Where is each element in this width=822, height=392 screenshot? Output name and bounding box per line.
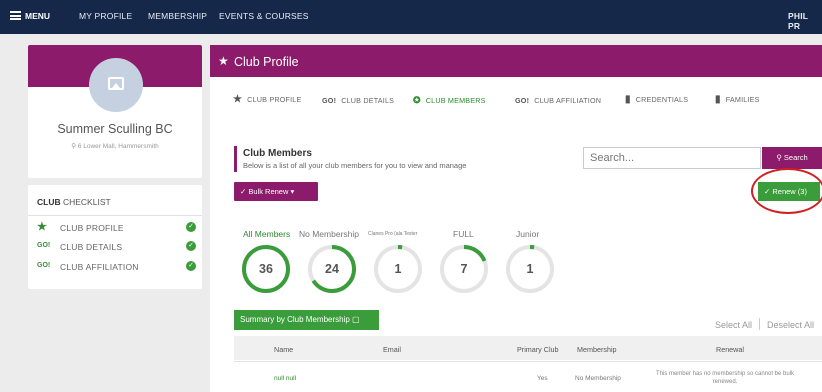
highlight-annotation-circle [751, 168, 822, 214]
tab-credentials[interactable]: ▮ CREDENTIALS [625, 94, 688, 105]
member-membership: No Membership [575, 375, 621, 382]
checklist-item-label: CLUB PROFILE [60, 223, 124, 233]
select-all-link[interactable]: Select All [715, 320, 752, 330]
menu-button[interactable]: MENU [25, 11, 50, 21]
checklist-item-club-profile[interactable]: ★ CLUB PROFILE ✓ [37, 221, 197, 236]
filter-all-members[interactable]: All Members [243, 229, 290, 239]
checklist-item-label: CLUB DETAILS [60, 242, 123, 252]
square-icon: ▢ [349, 315, 360, 324]
column-header-primary-club[interactable]: Primary Club [517, 345, 559, 354]
star-icon: ★ [37, 221, 47, 233]
club-avatar[interactable] [89, 58, 143, 112]
tab-club-affiliation[interactable]: GO! CLUB AFFILIATION [515, 96, 601, 105]
nav-events-courses[interactable]: EVENTS & COURSES [219, 11, 309, 21]
search-button[interactable]: ⚲ Search [762, 147, 822, 169]
nav-my-profile[interactable]: MY PROFILE [79, 11, 132, 21]
bookmark-icon: ▮ [625, 94, 631, 105]
checklist-title: CLUB CHECKLIST [37, 197, 111, 207]
deselect-all-link[interactable]: Deselect All [767, 320, 814, 330]
tab-label: CREDENTIALS [635, 95, 689, 104]
tab-label: CLUB PROFILE [247, 95, 302, 104]
members-icon: ✪ [413, 95, 421, 105]
column-header-renewal[interactable]: Renewal [716, 345, 744, 354]
summary-by-club-membership-button[interactable]: Summary by Club Membership ▢ [234, 310, 379, 330]
divider [234, 361, 822, 362]
user-menu[interactable]: PHIL PR [788, 11, 822, 31]
tab-families[interactable]: ▮ FAMILIES [715, 94, 760, 105]
member-primary-club: Yes [537, 375, 548, 382]
go-icon: GO! [515, 96, 530, 105]
column-header-membership[interactable]: Membership [577, 345, 617, 354]
top-navigation-bar: MENU MY PROFILE MEMBERSHIP EVENTS & COUR… [0, 0, 822, 34]
search-input[interactable] [583, 147, 761, 169]
star-icon: ★ [218, 54, 229, 68]
club-checklist-card: CLUB CHECKLIST ★ CLUB PROFILE ✓ GO! CLUB… [28, 185, 202, 289]
checklist-item-club-affiliation[interactable]: GO! CLUB AFFILIATION ✓ [37, 261, 197, 275]
tab-club-details[interactable]: GO! CLUB DETAILS [322, 96, 394, 105]
filter-full[interactable]: FULL [453, 229, 474, 239]
checklist-item-club-details[interactable]: GO! CLUB DETAILS ✓ [37, 241, 197, 255]
check-circle-icon: ✓ [186, 222, 196, 232]
section-subtitle: Below is a list of all your club members… [243, 161, 467, 170]
image-placeholder-icon [108, 77, 124, 90]
check-circle-icon: ✓ [186, 261, 196, 271]
panel-title: Club Profile [234, 55, 299, 69]
tab-club-members[interactable]: ✪ CLUB MEMBERS [413, 95, 486, 106]
tab-label: CLUB MEMBERS [425, 96, 486, 105]
checklist-title-bold: CLUB [37, 197, 61, 207]
gauge-no-membership[interactable]: 24 [306, 243, 358, 295]
go-icon: GO! [322, 96, 337, 105]
panel-header: ★ Club Profile [210, 45, 822, 77]
nav-membership[interactable]: MEMBERSHIP [148, 11, 207, 21]
gauge-count: 1 [394, 262, 402, 276]
column-header-name[interactable]: Name [274, 345, 293, 354]
tab-label: CLUB AFFILIATION [534, 96, 602, 105]
club-profile-card [28, 45, 202, 178]
section-accent-bar [234, 146, 237, 172]
location-pin-icon: ⚲ [71, 143, 78, 150]
divider [759, 318, 760, 330]
column-header-email[interactable]: Email [383, 345, 401, 354]
gauge-junior[interactable]: 1 [504, 243, 556, 295]
bookmark-icon: ▮ [715, 94, 721, 105]
member-renewal-note: This member has no membership so cannot … [655, 371, 795, 385]
tab-club-profile[interactable]: ★ CLUB PROFILE [233, 94, 302, 105]
bulk-renew-label: Bulk Renew [248, 187, 289, 196]
bulk-renew-button[interactable]: ✓ Bulk Renew ▾ [234, 182, 318, 201]
filter-junior[interactable]: Junior [516, 229, 539, 239]
club-address-text: 6 Lower Mall, Hammersmith [77, 143, 159, 150]
gauge-clanes-pro[interactable]: 1 [372, 243, 424, 295]
divider [28, 215, 202, 216]
search-icon: ⚲ [776, 153, 784, 162]
go-icon: GO! [37, 262, 51, 269]
caret-down-icon: ▾ [288, 187, 295, 196]
member-name-link[interactable]: null null [274, 375, 296, 382]
gauge-all-members[interactable]: 36 [240, 243, 292, 295]
star-icon: ★ [233, 94, 243, 105]
checklist-item-label: CLUB AFFILIATION [60, 262, 139, 272]
hamburger-menu-icon[interactable] [10, 11, 21, 20]
club-name: Summer Sculling BC [57, 122, 173, 136]
checklist-title-rest: CHECKLIST [60, 197, 111, 207]
gauge-count: 7 [460, 262, 468, 276]
search-button-label: Search [783, 153, 808, 162]
go-icon: GO! [37, 242, 51, 249]
summary-button-label: Summary by Club Membership [240, 315, 350, 324]
gauge-count: 1 [526, 262, 534, 276]
club-address: ⚲ 6 Lower Mall, Hammersmith [0, 142, 230, 150]
check-circle-icon: ✓ [186, 241, 196, 251]
filter-clanes-pro[interactable]: Clanes Pro (ala Tester [368, 231, 417, 237]
gauge-count: 24 [325, 262, 339, 276]
gauge-count: 36 [259, 262, 273, 276]
tab-label: FAMILIES [725, 95, 760, 104]
section-title: Club Members [243, 148, 312, 159]
gauge-full[interactable]: 7 [438, 243, 490, 295]
tab-label: CLUB DETAILS [341, 96, 395, 105]
filter-no-membership[interactable]: No Membership [299, 229, 359, 239]
